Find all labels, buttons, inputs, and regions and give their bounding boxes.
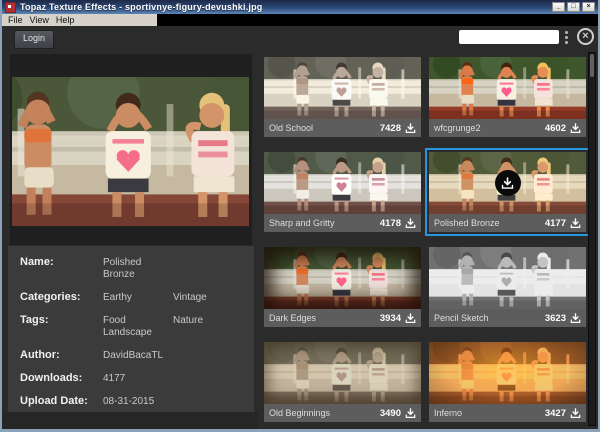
effect-thumbnail xyxy=(429,152,586,214)
effect-label-bar: Inferno 3427 xyxy=(429,404,586,422)
detail-label: Name: xyxy=(20,256,54,268)
detail-label: Categories: xyxy=(20,291,81,303)
detail-label: Downloads: xyxy=(20,372,83,384)
menu-bar-items: File View Help xyxy=(2,14,157,26)
detail-value: 4177 xyxy=(103,373,126,384)
effect-thumbnail xyxy=(264,57,421,119)
effect-downloads-count: 3490 xyxy=(379,407,401,419)
download-icon xyxy=(501,177,514,190)
effect-thumbnail xyxy=(429,342,586,404)
details-panel: Name: Polished Bronze Categories: Earthy Vin… xyxy=(8,246,254,412)
detail-label: Tags: xyxy=(20,314,49,326)
download-icon[interactable] xyxy=(405,313,416,324)
effect-name: Pencil Sketch xyxy=(434,313,489,323)
login-button[interactable]: Login xyxy=(14,30,54,49)
download-icon[interactable] xyxy=(570,408,581,419)
effect-downloads-count: 3623 xyxy=(544,312,566,324)
detail-row: Categories: Earthy Vintage xyxy=(20,291,254,304)
scrollbar-thumb[interactable] xyxy=(590,54,594,77)
effect-downloads-count: 4178 xyxy=(379,217,401,229)
menu-view[interactable]: View xyxy=(30,15,56,25)
detail-row: Name: Polished Bronze xyxy=(20,256,254,281)
effect-card[interactable]: Dark Edges 3934 xyxy=(264,247,421,327)
app-window: Topaz Texture Effects - sportivnye-figur… xyxy=(0,0,600,432)
download-icon[interactable] xyxy=(570,313,581,324)
effect-downloads-count: 4177 xyxy=(544,217,566,229)
menu-file[interactable]: File xyxy=(8,15,30,25)
effect-name: Sharp and Gritty xyxy=(269,218,335,228)
effect-name: Polished Bronze xyxy=(434,218,500,228)
detail-value: Nature xyxy=(173,315,204,326)
detail-value: DavidBacaTL xyxy=(103,350,164,361)
effect-label-bar: wfcgrunge2 4602 xyxy=(429,119,586,137)
effect-name: Inferno xyxy=(434,408,463,418)
close-icon: × xyxy=(582,30,589,42)
detail-label: Upload Date: xyxy=(20,395,88,407)
effect-downloads-count: 3427 xyxy=(544,407,566,419)
app-icon xyxy=(5,1,16,13)
effect-name: wfcgrunge2 xyxy=(434,123,481,133)
effect-thumbnail xyxy=(264,342,421,404)
detail-value: 08-31-2015 xyxy=(103,396,155,407)
preview-image xyxy=(12,77,249,226)
preview-panel xyxy=(10,54,252,245)
details-rows: Name: Polished Bronze Categories: Earthy Vin… xyxy=(20,256,254,408)
effect-thumbnail xyxy=(429,57,586,119)
effect-card[interactable]: Pencil Sketch 3623 xyxy=(429,247,586,327)
effect-card[interactable]: wfcgrunge2 4602 xyxy=(429,57,586,137)
effect-downloads-count: 4602 xyxy=(544,122,566,134)
menu-bar: File View Help xyxy=(2,14,598,26)
panel-close-button[interactable]: × xyxy=(577,28,594,45)
maximize-button[interactable]: □ xyxy=(567,2,580,12)
effect-label-bar: Old Beginnings 3490 xyxy=(264,404,421,422)
detail-row: Downloads: 4177 xyxy=(20,372,254,385)
effect-label-bar: Pencil Sketch 3623 xyxy=(429,309,586,327)
window-title: Topaz Texture Effects - sportivnye-figur… xyxy=(20,2,263,12)
detail-value: Vintage xyxy=(173,292,207,303)
detail-row: Author: DavidBacaTL xyxy=(20,349,254,362)
close-button[interactable]: × xyxy=(582,2,595,12)
detail-value: Polished Bronze xyxy=(103,257,142,280)
detail-row: Tags: Food Landscape Nature xyxy=(20,314,254,339)
effect-label-bar: Old School 7428 xyxy=(264,119,421,137)
effect-thumbnail xyxy=(429,247,586,309)
menu-help[interactable]: Help xyxy=(56,15,82,25)
effect-downloads-count: 3934 xyxy=(379,312,401,324)
download-effect-button[interactable] xyxy=(494,170,521,196)
effect-card[interactable]: Old Beginnings 3490 xyxy=(264,342,421,422)
effect-label-bar: Polished Bronze 4177 xyxy=(429,214,586,232)
effect-card[interactable]: Old School 7428 xyxy=(264,57,421,137)
minimize-button[interactable]: _ xyxy=(552,2,565,12)
effect-card[interactable]: Inferno 3427 xyxy=(429,342,586,422)
download-icon[interactable] xyxy=(570,218,581,229)
effect-name: Dark Edges xyxy=(269,313,317,323)
detail-value: Earthy xyxy=(103,292,132,303)
download-icon[interactable] xyxy=(405,123,416,134)
effect-downloads-count: 7428 xyxy=(379,122,401,134)
effects-grid: Old School 7428 wfcgrunge2 4602 Sharp an… xyxy=(264,57,590,429)
search-menu-icon[interactable] xyxy=(565,31,569,44)
search-input[interactable] xyxy=(459,30,559,44)
detail-value: Food Landscape xyxy=(103,315,152,338)
effect-label-bar: Dark Edges 3934 xyxy=(264,309,421,327)
effect-name: Old Beginnings xyxy=(269,408,331,418)
detail-row: Upload Date: 08-31-2015 xyxy=(20,395,254,408)
effect-thumbnail xyxy=(264,247,421,309)
title-bar[interactable]: Topaz Texture Effects - sportivnye-figur… xyxy=(2,0,598,14)
detail-label: Author: xyxy=(20,349,60,361)
download-icon[interactable] xyxy=(405,218,416,229)
effect-label-bar: Sharp and Gritty 4178 xyxy=(264,214,421,232)
effect-card[interactable]: Sharp and Gritty 4178 xyxy=(264,152,421,232)
download-icon[interactable] xyxy=(405,408,416,419)
effect-card[interactable]: Polished Bronze 4177 xyxy=(425,148,590,236)
effect-name: Old School xyxy=(269,123,314,133)
effect-thumbnail xyxy=(264,152,421,214)
details-footer xyxy=(2,412,258,429)
download-icon[interactable] xyxy=(570,123,581,134)
scrollbar[interactable] xyxy=(588,52,596,426)
